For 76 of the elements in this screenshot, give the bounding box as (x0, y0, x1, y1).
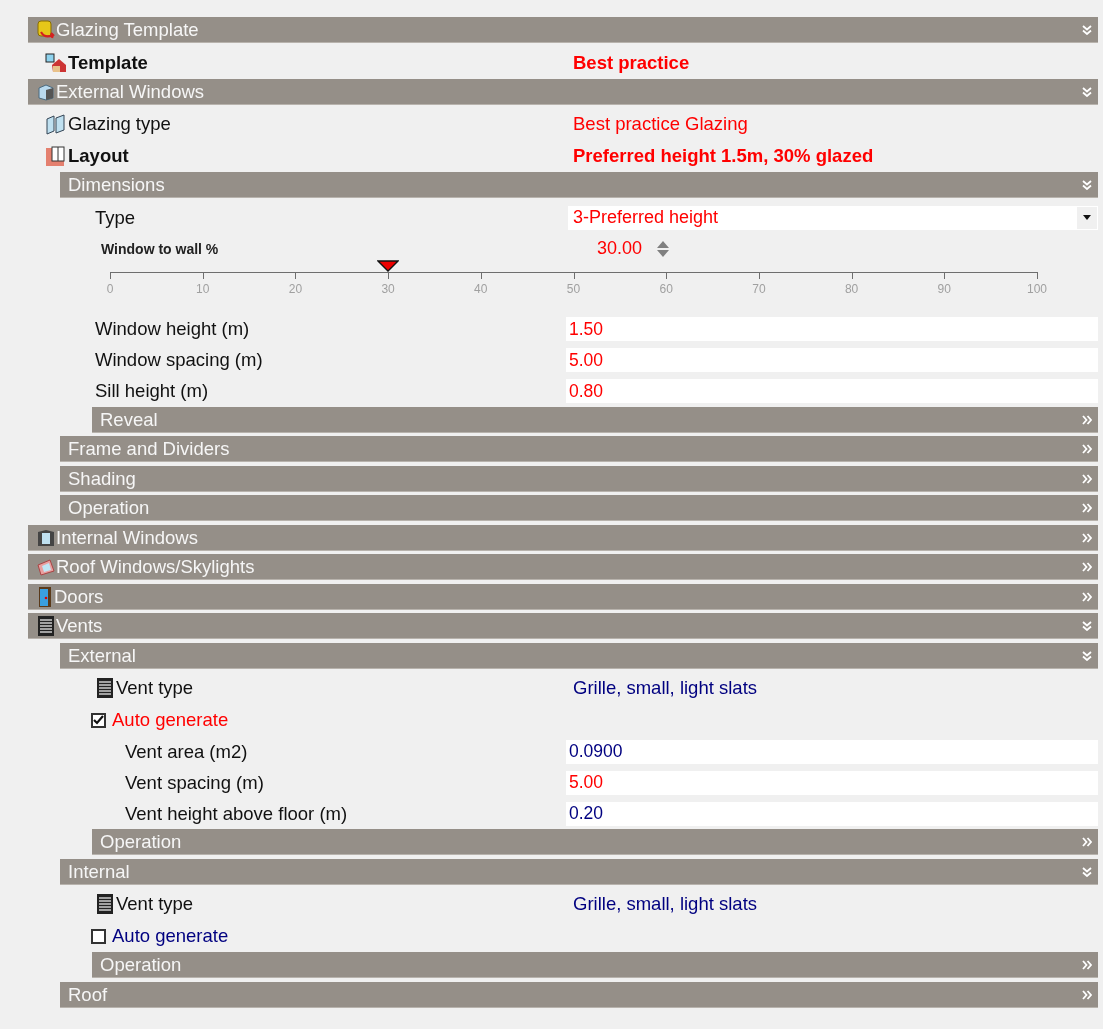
property-value[interactable]: Best practice (568, 51, 690, 74)
slider-value: 30.00 (597, 238, 643, 259)
section-header[interactable]: Operation (92, 952, 1098, 978)
property-label: Layout (68, 145, 129, 167)
tick-label: 0 (106, 281, 114, 296)
double-chevron-right-icon (1082, 562, 1092, 572)
field-label: Sill height (m) (95, 380, 209, 402)
tick-label: 60 (659, 281, 673, 296)
property-value[interactable]: Grille, small, light slats (568, 677, 757, 699)
property-value[interactable]: Best practice Glazing (568, 113, 748, 135)
tick-label: 40 (474, 281, 488, 296)
field-label: Vent spacing (m) (125, 771, 264, 794)
property-label: Vent type (116, 893, 194, 915)
checkbox-label[interactable]: Auto generate (112, 925, 229, 947)
checkbox[interactable] (91, 928, 106, 944)
double-chevron-right-icon (1082, 960, 1092, 970)
double-chevron-right-icon (1082, 591, 1092, 602)
property-label: Vent type (116, 677, 194, 699)
property-label: Template (68, 51, 148, 74)
caret-icon (1083, 215, 1091, 220)
double-chevron-down-icon (1082, 180, 1092, 190)
double-chevron-down-icon (1082, 86, 1092, 97)
input-field[interactable]: 5.00 (566, 770, 1098, 795)
tick-label: 50 (566, 281, 581, 296)
property-value[interactable]: Grille, small, light slats (568, 893, 757, 915)
double-chevron-right-icon (1082, 444, 1092, 454)
tick-label: 70 (752, 281, 766, 296)
section-header[interactable]: Glazing Template (28, 17, 1098, 43)
double-chevron-down-icon (1082, 621, 1092, 631)
double-chevron-right-icon (1082, 503, 1092, 513)
section-header[interactable]: Internal Windows (28, 524, 1098, 551)
tick-label: 80 (844, 281, 859, 296)
tick-label: 90 (937, 281, 951, 296)
double-chevron-down-icon (1082, 25, 1092, 35)
double-chevron-right-icon (1082, 837, 1092, 847)
section-header[interactable]: Dimensions (60, 172, 1098, 198)
input-field[interactable]: 5.00 (566, 348, 1098, 372)
input-field[interactable]: 0.80 (566, 379, 1098, 403)
double-chevron-down-icon (1082, 650, 1092, 661)
double-chevron-down-icon (1082, 866, 1092, 877)
section-header[interactable]: Roof (60, 981, 1098, 1008)
checkbox[interactable] (91, 712, 106, 728)
spinner-icon[interactable] (656, 239, 671, 258)
section-header[interactable]: Shading (60, 465, 1098, 492)
field-label: Vent area (m2) (125, 740, 248, 763)
section-header[interactable]: Frame and Dividers (60, 436, 1098, 462)
section-header[interactable]: External Windows (28, 78, 1098, 105)
tick-label: 20 (288, 281, 303, 296)
double-chevron-right-icon (1082, 989, 1092, 1000)
tick-label: 100 (1027, 281, 1047, 296)
field-label: Window spacing (m) (95, 349, 263, 371)
section-header[interactable]: Vents (28, 613, 1098, 639)
section-header[interactable]: External (60, 642, 1098, 669)
input-field[interactable]: 0.0900 (566, 739, 1098, 764)
section-header[interactable]: Doors (28, 583, 1098, 610)
property-label: Glazing type (68, 113, 171, 135)
section-header[interactable]: Operation (60, 495, 1098, 521)
double-chevron-right-icon (1082, 532, 1092, 543)
double-chevron-right-icon (1082, 473, 1092, 484)
field-label: Type (95, 206, 136, 229)
field-label: Vent height above floor (m) (125, 802, 348, 825)
section-header[interactable]: Internal (60, 858, 1098, 885)
input-field[interactable]: 0.20 (566, 801, 1098, 826)
field-label: Window height (m) (95, 318, 250, 340)
type-dropdown[interactable]: 3-Preferred height (568, 205, 1098, 230)
slider-label: Window to wall % (100, 240, 220, 257)
property-value[interactable]: Preferred height 1.5m, 30% glazed (568, 145, 874, 167)
double-chevron-right-icon (1082, 414, 1092, 425)
section-header[interactable]: Operation (92, 829, 1098, 855)
section-header[interactable]: Roof Windows/Skylights (28, 554, 1098, 580)
input-field[interactable]: 1.50 (566, 317, 1098, 341)
tick-label: 10 (196, 281, 210, 296)
checkbox-label[interactable]: Auto generate (112, 709, 229, 731)
tick-label: 30 (381, 281, 395, 296)
slider-track[interactable]: 0 10 20 30 40 50 60 70 80 90 100 (98, 259, 1049, 312)
section-header[interactable]: Reveal (92, 406, 1098, 433)
